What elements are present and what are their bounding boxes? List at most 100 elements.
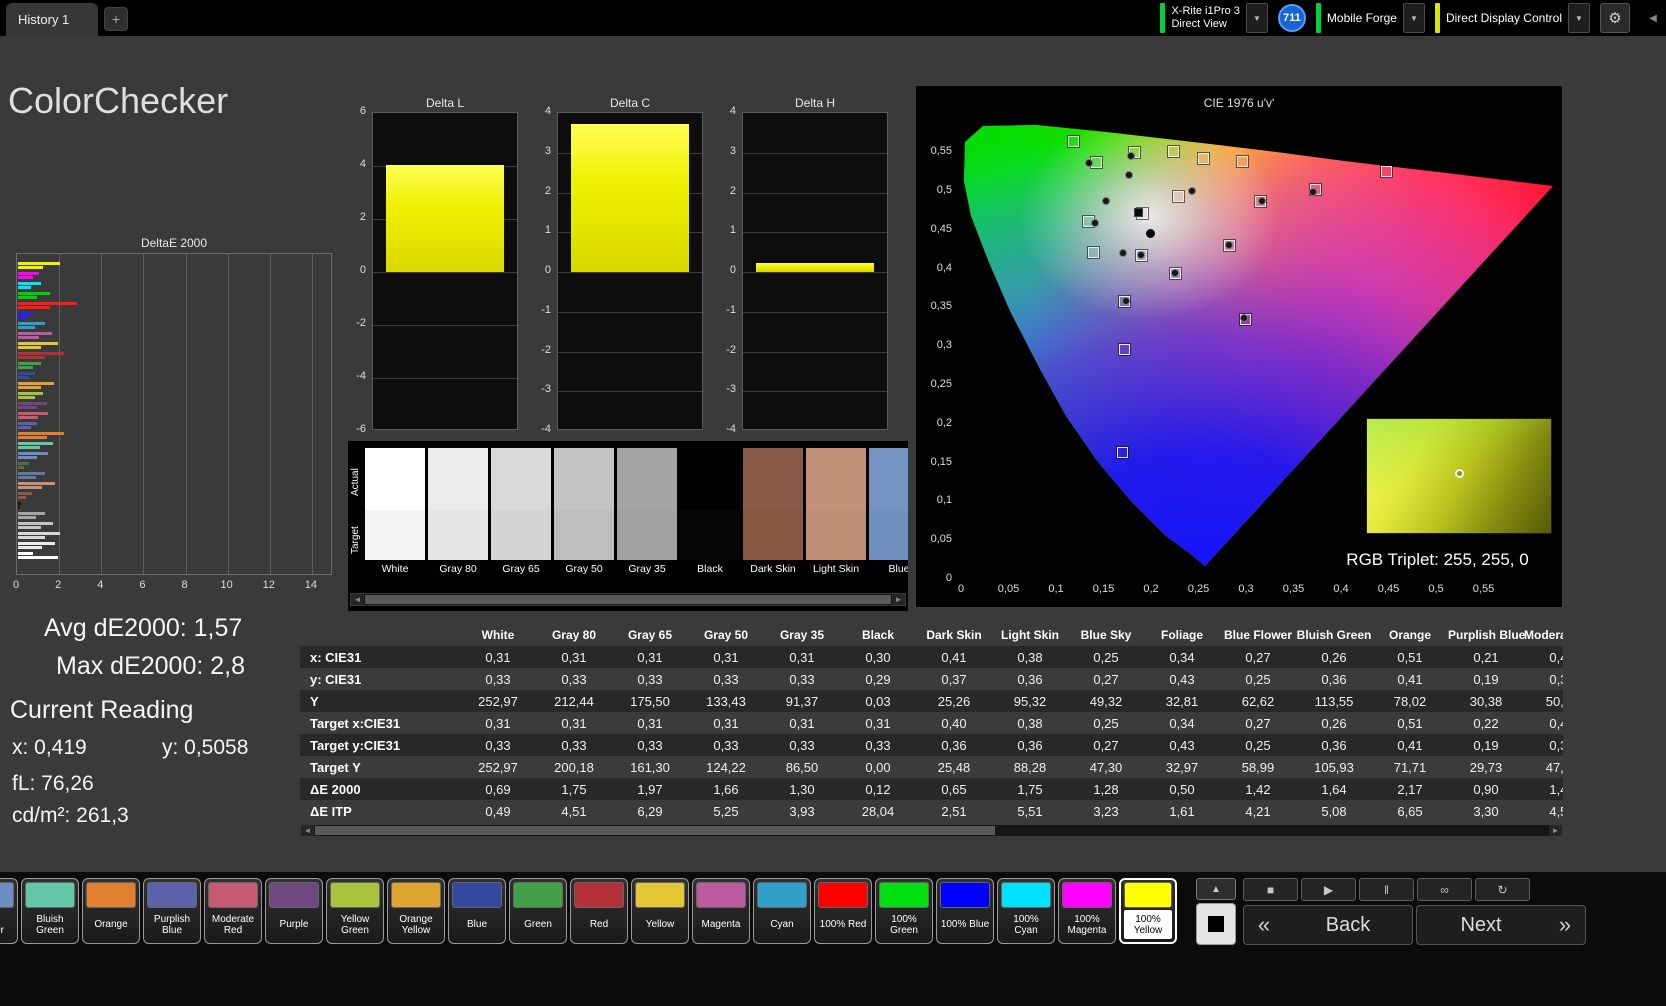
display-control-selector[interactable]: Direct Display Control ▼ (1435, 2, 1590, 34)
transport-controls: ■▶‖∞↻ (1243, 878, 1530, 901)
gear-icon[interactable]: ⚙ (1600, 3, 1630, 33)
tab-history-1[interactable]: History 1 (6, 3, 98, 36)
deltae-bar (18, 486, 42, 489)
top-bar: History 1 + X-Rite i1Pro 3 Direct View ▼… (0, 0, 1666, 36)
back-button[interactable]: « Back (1243, 905, 1413, 945)
table-cell: 0,41 (1372, 672, 1448, 687)
table-cell: 0,33 (764, 738, 840, 753)
deltae-bar (18, 366, 33, 369)
swatch-label: Gray 80 (428, 563, 488, 575)
deltae-bar (18, 386, 41, 389)
patch-button-purplish-blue[interactable]: Purplish Blue (143, 878, 201, 944)
patch-label: 100% Red (818, 910, 868, 939)
gridline (743, 272, 887, 273)
patch-button-red[interactable]: Red (570, 878, 628, 944)
patch-button-yellow-green[interactable]: Yellow Green (326, 878, 384, 944)
patch-button-purple[interactable]: Purple (265, 878, 323, 944)
scroll-left-icon[interactable]: ◄ (351, 594, 364, 605)
collapse-panel-icon[interactable]: ◀ (1644, 6, 1662, 30)
deltae-bar-group (18, 482, 330, 489)
table-cell: 124,22 (688, 760, 764, 775)
patch-button-100-blue[interactable]: 100% Blue (936, 878, 994, 944)
patch-label: Yellow (635, 910, 685, 939)
next-button[interactable]: Next » (1416, 905, 1586, 945)
table-cell: 47,24 (1524, 760, 1563, 775)
swatch-scrollbar[interactable]: ◄ ► (350, 593, 906, 606)
patch-button-green[interactable]: Green (509, 878, 567, 944)
patch-button-100-green[interactable]: 100% Green (875, 878, 933, 944)
deltae-bar-group (18, 442, 330, 449)
y-axis: 43210-1-2-3-4 (525, 96, 553, 452)
patch-button-100-cyan[interactable]: 100% Cyan (997, 878, 1055, 944)
patch-button-blue-flower[interactable]: Blue Flower (0, 878, 18, 944)
table-cell: 0,38 (992, 716, 1068, 731)
scroll-left-icon[interactable]: ◄ (301, 825, 314, 836)
workflow-status-bar (1316, 3, 1321, 33)
patch-button-orange[interactable]: Orange (82, 878, 140, 944)
axis-tick-label: -2 (525, 344, 551, 356)
deltae-bar (18, 556, 58, 559)
chart-title: Delta H (742, 96, 888, 110)
axis-tick-label: -4 (710, 423, 736, 435)
table-cell: 3,23 (1068, 804, 1144, 819)
scrollbar-thumb[interactable] (365, 595, 891, 604)
scrollbar-thumb[interactable] (315, 826, 995, 835)
deltae-bar (18, 502, 21, 505)
scroll-right-icon[interactable]: ► (1549, 825, 1562, 836)
table-scrollbar[interactable]: ◄ ► (300, 824, 1563, 837)
table-cell: 78,02 (1372, 694, 1448, 709)
table-cell: 0,34 (1144, 650, 1220, 665)
add-tab-button[interactable]: + (104, 7, 128, 31)
chevron-down-icon[interactable]: ▼ (1403, 3, 1425, 33)
patch-button-cyan[interactable]: Cyan (753, 878, 811, 944)
patch-label: 100% Yellow (1124, 910, 1172, 939)
table-row: y: CIE310,330,330,330,330,330,290,370,36… (300, 668, 1563, 690)
eject-icon[interactable]: ▲ (1196, 878, 1236, 900)
target-point (1173, 191, 1184, 202)
infinity-icon[interactable]: ∞ (1417, 878, 1472, 901)
deltae-bar (18, 552, 33, 555)
pause-icon[interactable]: ‖ (1359, 878, 1414, 901)
patch-button-yellow[interactable]: Yellow (631, 878, 689, 944)
meter-selector[interactable]: X-Rite i1Pro 3 Direct View ▼ (1160, 2, 1267, 34)
swatch-target-color (617, 510, 677, 560)
deltae-bar-group (18, 512, 330, 519)
patch-button-magenta[interactable]: Magenta (692, 878, 750, 944)
target-axis-label: Target (350, 515, 364, 565)
color-swatch: Dark Skin (743, 448, 803, 575)
deltae-bar (18, 342, 58, 345)
deltae-bar (18, 512, 45, 515)
patch-button-100-yellow[interactable]: 100% Yellow (1119, 878, 1177, 944)
color-swatch: Gray 50 (554, 448, 614, 575)
patch-button-bluish-green[interactable]: Bluish Green (21, 878, 79, 944)
axis-tick-label: -2 (710, 344, 736, 356)
swatch-label: Black (680, 563, 740, 575)
deltae2000-x-axis: 02468101214 (16, 579, 336, 593)
play-icon[interactable]: ▶ (1301, 878, 1356, 901)
gridline (558, 272, 702, 273)
chevron-down-icon[interactable]: ▼ (1568, 3, 1590, 33)
patch-button-100-magenta[interactable]: 100% Magenta (1058, 878, 1116, 944)
repeat-icon[interactable]: ↻ (1475, 878, 1530, 901)
patch-button-moderate-red[interactable]: Moderate Red (204, 878, 262, 944)
rgb-triplet-readout: RGB Triplet: 255, 255, 0 (1311, 550, 1564, 570)
gridline (743, 391, 887, 392)
color-swatch: White (365, 448, 425, 575)
deltae-bar-group (18, 522, 330, 529)
patch-button-100-red[interactable]: 100% Red (814, 878, 872, 944)
table-cell: 0,12 (840, 782, 916, 797)
pattern-window-button[interactable] (1196, 903, 1236, 945)
chevron-down-icon[interactable]: ▼ (1246, 3, 1268, 33)
workflow-selector[interactable]: Mobile Forge ▼ (1316, 2, 1425, 34)
stop-icon[interactable]: ■ (1243, 878, 1298, 901)
patch-color (25, 882, 75, 908)
patch-button-blue[interactable]: Blue (448, 878, 506, 944)
axis-tick-label: 4 (525, 105, 551, 117)
scroll-right-icon[interactable]: ► (892, 594, 905, 605)
color-swatch: Light Skin (806, 448, 866, 575)
measured-point (1119, 249, 1127, 257)
delta-bar (756, 263, 874, 272)
patch-button-orange-yellow[interactable]: Orange Yellow (387, 878, 445, 944)
table-cell: 0,33 (612, 738, 688, 753)
table-cell: 0,31 (612, 716, 688, 731)
